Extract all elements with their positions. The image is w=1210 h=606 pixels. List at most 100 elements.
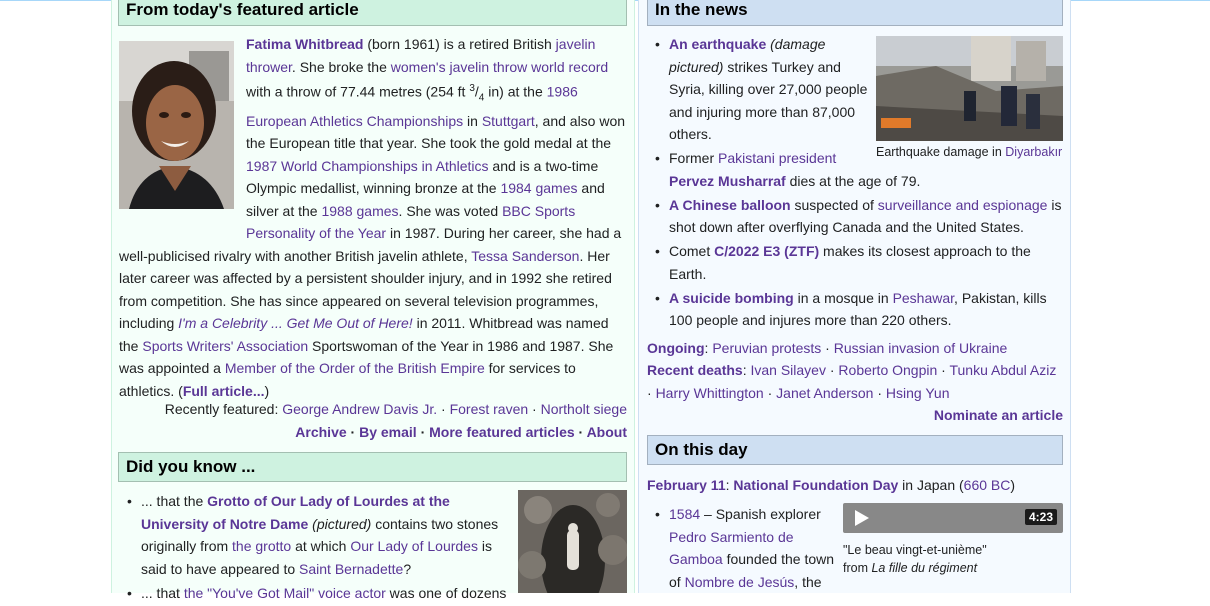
- news-item: A Chinese balloon suspected of surveilla…: [647, 194, 1065, 239]
- link-death-4[interactable]: Harry Whittington: [656, 385, 764, 401]
- ongoing-label[interactable]: Ongoing: [647, 340, 705, 356]
- archive-link[interactable]: Archive: [295, 424, 346, 440]
- link-recent-1[interactable]: George Andrew Davis Jr.: [282, 401, 437, 417]
- text: , Pakistan, kills: [954, 289, 1047, 306]
- text: said to have appeared to: [141, 560, 300, 577]
- link-pakistani-president[interactable]: Pakistani president: [718, 150, 836, 166]
- link-peshawar[interactable]: Peshawar: [893, 290, 954, 306]
- fraction-num: 3: [469, 83, 475, 94]
- link-660-bc[interactable]: 660 BC: [964, 477, 1011, 493]
- link-death-6[interactable]: Hsing Yun: [886, 385, 950, 401]
- separator: ·: [416, 424, 430, 440]
- recent-deaths-label[interactable]: Recent deaths: [647, 362, 743, 378]
- link-1986[interactable]: 1986: [547, 84, 578, 100]
- text: contains two stones: [371, 515, 499, 532]
- otd-item: 1584 – Spanish explorer Pedro Sarmiento …: [647, 503, 842, 593]
- link-pervez-musharraf[interactable]: Pervez Musharraf: [669, 173, 786, 189]
- dyk-heading: Did you know ...: [118, 452, 627, 482]
- text: and: [577, 180, 605, 197]
- link-russian-invasion[interactable]: Russian invasion of Ukraine: [834, 340, 1008, 356]
- news-list: An earthquake (damage pictured) strikes …: [647, 33, 1065, 333]
- separator: ·: [825, 362, 839, 378]
- separator: ·: [437, 401, 450, 417]
- text: was appointed a: [119, 360, 225, 377]
- link-feb-11[interactable]: February 11: [647, 477, 726, 493]
- dyk-list: ... that the Grotto of Our Lady of Lourd…: [119, 490, 517, 606]
- text: Former: [669, 150, 718, 166]
- link-university-notre-dame[interactable]: University of Notre Dame: [141, 516, 308, 532]
- text: in Japan (: [898, 477, 964, 493]
- link-1987-world-championships[interactable]: 1987 World Championships in Athletics: [246, 158, 489, 174]
- link-surveillance-espionage[interactable]: surveillance and espionage: [878, 197, 1048, 213]
- audio-player[interactable]: 4:23: [843, 503, 1063, 533]
- link-suicide-bombing[interactable]: A suicide bombing: [669, 290, 794, 306]
- audio-title: "Le beau vingt-et-unième": [843, 543, 987, 557]
- link-thrower[interactable]: thrower: [246, 59, 292, 75]
- more-featured-link[interactable]: More featured articles: [429, 424, 575, 440]
- text: in 2011. Whitbread was named: [412, 315, 609, 332]
- link-european-championships[interactable]: European Athletics Championships: [246, 113, 463, 129]
- link-our-lady-lourdes[interactable]: Our Lady of Lourdes: [350, 538, 478, 554]
- link-pedro-sarmiento[interactable]: Pedro Sarmiento de: [669, 529, 794, 545]
- link-recent-3[interactable]: Northolt siege: [541, 401, 627, 417]
- link-national-foundation-day[interactable]: National Foundation Day: [733, 477, 898, 493]
- link-world-record[interactable]: women's javelin throw world record: [391, 59, 608, 75]
- link-death-3[interactable]: Tunku Abdul Aziz: [949, 362, 1056, 378]
- link-stuttgart[interactable]: Stuttgart: [482, 113, 535, 129]
- link-nombre-de-jesus[interactable]: Nombre de Jesús: [685, 574, 795, 590]
- by-email-link[interactable]: By email: [359, 424, 417, 440]
- link-death-1[interactable]: Ivan Silayev: [750, 362, 825, 378]
- news-heading: In the news: [647, 0, 1063, 26]
- text: the European title that year. She took t…: [246, 135, 612, 152]
- text: shot down after overflying Canada and th…: [669, 219, 1024, 235]
- link-saint-bernadette[interactable]: Saint Bernadette: [299, 561, 403, 577]
- text: from: [843, 561, 872, 575]
- link-recent-2[interactable]: Forest raven: [450, 401, 529, 417]
- separator: ·: [346, 424, 360, 440]
- text: at which: [291, 538, 351, 554]
- news-item: Former Pakistani president Pervez Mushar…: [647, 147, 1065, 192]
- separator: ·: [528, 401, 541, 417]
- featured-text: Fatima Whitbread (born 1961) is a retire…: [119, 33, 629, 402]
- link-peruvian-protests[interactable]: Peruvian protests: [712, 340, 821, 356]
- text: in: [463, 112, 482, 129]
- link-personality-of-year[interactable]: Personality of the Year: [246, 225, 386, 241]
- text: in a mosque in: [793, 289, 893, 306]
- link-tessa-sanderson[interactable]: Tessa Sanderson: [471, 248, 579, 264]
- separator: ·: [873, 384, 886, 401]
- link-grotto-notre-dame[interactable]: Grotto of Our Lady of Lourdes at the: [207, 493, 450, 509]
- text: (pictured): [308, 515, 372, 532]
- text: including: [119, 315, 179, 332]
- link-full-article[interactable]: Full article...: [183, 383, 265, 399]
- otd-list: 1584 – Spanish explorer Pedro Sarmiento …: [647, 503, 842, 595]
- link-im-a-celebrity[interactable]: I'm a Celebrity ... Get Me Out of Here!: [178, 315, 413, 331]
- link-gamboa[interactable]: Gamboa: [669, 551, 723, 567]
- nominate-article-link[interactable]: Nominate an article: [934, 407, 1063, 423]
- featured-footer-links: Archive · By email · More featured artic…: [119, 421, 627, 444]
- text: Syria, killing over 27,000 people: [669, 81, 868, 97]
- link-mbe[interactable]: Member of the Order of the British Empir…: [225, 360, 485, 376]
- link-death-5[interactable]: Janet Anderson: [776, 385, 873, 401]
- link-bbc-sports[interactable]: BBC Sports: [502, 203, 575, 219]
- text: is: [477, 538, 492, 554]
- link-earthquake[interactable]: An earthquake: [669, 36, 766, 52]
- text: . Her: [579, 247, 610, 264]
- link-1584[interactable]: 1584: [669, 506, 700, 522]
- text: Olympic medallist, winning bronze at the: [246, 180, 501, 197]
- link-javelin[interactable]: javelin: [556, 36, 596, 52]
- link-1988-games[interactable]: 1988 games: [321, 203, 398, 219]
- link-sports-writers-association[interactable]: Sports Writers' Association: [142, 338, 308, 354]
- play-icon[interactable]: [855, 510, 869, 526]
- separator: ·: [763, 384, 777, 401]
- link-fatima-whitbread[interactable]: Fatima Whitbread: [246, 36, 363, 52]
- news-item: An earthquake (damage pictured) strikes …: [647, 33, 874, 146]
- link-comet[interactable]: C/2022 E3 (ZTF): [714, 243, 819, 259]
- dyk-photo[interactable]: [518, 490, 627, 593]
- link-1984-games[interactable]: 1984 games: [500, 180, 577, 196]
- text: – Spanish explorer: [700, 506, 821, 522]
- link-chinese-balloon[interactable]: A Chinese balloon: [669, 197, 791, 213]
- link-death-2[interactable]: Roberto Ongpin: [838, 362, 937, 378]
- text: pictured): [669, 58, 724, 75]
- about-link[interactable]: About: [587, 424, 627, 440]
- link-the-grotto[interactable]: the grotto: [232, 538, 291, 554]
